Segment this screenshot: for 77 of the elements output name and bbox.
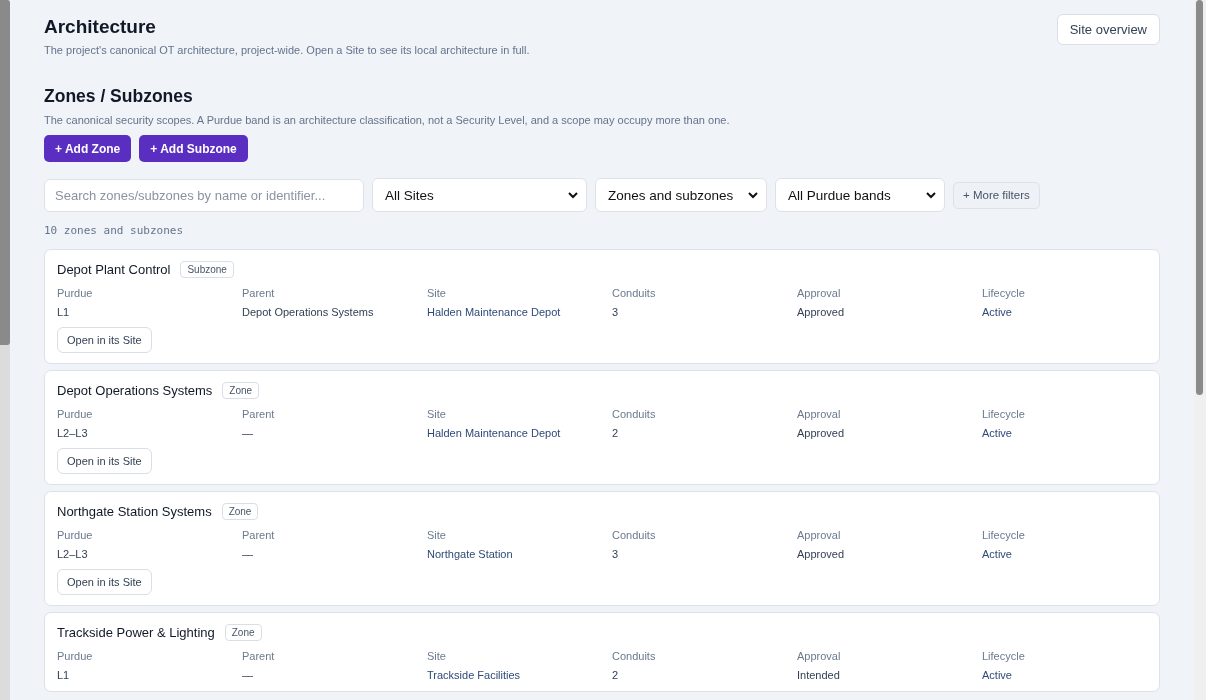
field-label: Approval <box>797 650 842 662</box>
field-value: — <box>242 548 254 560</box>
chevron-down-icon <box>748 191 758 199</box>
field-label: Site <box>427 650 447 662</box>
field-label: Parent <box>242 287 276 299</box>
field-label: Purdue <box>57 529 94 541</box>
field-label: Site <box>427 529 447 541</box>
scrollbar-thumb[interactable] <box>1196 0 1203 395</box>
field-label: Conduits <box>612 408 657 420</box>
type-badge: Zone <box>224 624 262 641</box>
field-label: Approval <box>797 408 842 420</box>
field-value: Trackside Facilities <box>427 669 522 681</box>
field-value: L1 <box>57 669 71 681</box>
field-label: Site <box>427 408 447 420</box>
open-in-site-button[interactable]: Open in its Site <box>57 569 152 595</box>
type-badge: Zone <box>221 503 259 520</box>
field-label: Lifecycle <box>982 650 1026 662</box>
field-value: Intended <box>797 669 841 681</box>
scrollbar-thumb[interactable] <box>0 0 10 345</box>
field-label: Lifecycle <box>982 529 1026 541</box>
field-label: Purdue <box>57 650 94 662</box>
zone-name: Depot Operations Systems <box>57 383 213 398</box>
field-label: Lifecycle <box>982 408 1026 420</box>
field-value: — <box>242 669 254 681</box>
section-title: Zones / Subzones <box>44 86 194 107</box>
add-button[interactable]: + Add Zone <box>44 135 132 162</box>
field-label: Purdue <box>57 408 94 420</box>
field-label: Site <box>427 287 447 299</box>
filter-dropdown[interactable]: All Purdue bands <box>775 178 945 212</box>
field-value: Active <box>982 306 1013 318</box>
chevron-down-icon <box>568 191 578 199</box>
more-filters-button[interactable]: + More filters <box>953 181 1040 209</box>
field-value: Approved <box>797 548 846 560</box>
result-count: 10 zones and subzones <box>44 224 185 237</box>
open-in-site-button[interactable]: Open in its Site <box>57 327 152 353</box>
field-value: Depot Operations Systems <box>242 306 375 318</box>
field-label: Purdue <box>57 287 94 299</box>
zone-name: Depot Plant Control <box>57 262 171 277</box>
zone-name: Trackside Power & Lighting <box>57 625 215 640</box>
field-label: Conduits <box>612 650 657 662</box>
field-value: 2 <box>612 427 620 439</box>
field-value: Active <box>982 427 1013 439</box>
field-label: Parent <box>242 529 276 541</box>
field-label: Parent <box>242 650 276 662</box>
open-in-site-button[interactable]: Open in its Site <box>57 448 152 474</box>
site-overview-button[interactable]: Site overview <box>1056 14 1160 45</box>
field-value: 2 <box>612 669 620 681</box>
field-value: 3 <box>612 306 620 318</box>
field-value: Northgate Station <box>427 548 514 560</box>
field-value: L1 <box>57 306 71 318</box>
field-label: Approval <box>797 287 842 299</box>
field-value: L2–L3 <box>57 548 89 560</box>
filter-dropdown[interactable]: All Sites <box>372 178 587 212</box>
field-value: Approved <box>797 427 846 439</box>
page-title: Architecture <box>44 16 157 38</box>
field-label: Conduits <box>612 287 657 299</box>
field-label: Lifecycle <box>982 287 1026 299</box>
field-label: Approval <box>797 529 842 541</box>
field-label: Parent <box>242 408 276 420</box>
field-value: — <box>242 427 254 439</box>
filter-dropdown[interactable]: Zones and subzones <box>595 178 767 212</box>
field-label: Conduits <box>612 529 657 541</box>
section-description: The canonical security scopes. A Purdue band is an architecture classification, not a Security Level, and a scope may occupy more than one. <box>44 114 731 126</box>
field-value: Approved <box>797 306 846 318</box>
chevron-down-icon <box>926 191 936 199</box>
search-field[interactable]: Search zones/subzones by name or identifier... <box>44 178 364 212</box>
field-value: Active <box>982 669 1013 681</box>
add-button[interactable]: + Add Subzone <box>139 135 248 162</box>
page-subtitle: The project's canonical OT architecture, project-wide. Open a Site to see its local architecture in full. <box>44 44 530 56</box>
zone-name: Northgate Station Systems <box>57 504 212 519</box>
field-value: Halden Maintenance Depot <box>427 427 562 439</box>
field-value: Active <box>982 548 1013 560</box>
field-value: 3 <box>612 548 620 560</box>
field-value: L2–L3 <box>57 427 89 439</box>
type-badge: Zone <box>222 382 260 399</box>
field-value: Halden Maintenance Depot <box>427 306 562 318</box>
type-badge: Subzone <box>180 261 234 278</box>
